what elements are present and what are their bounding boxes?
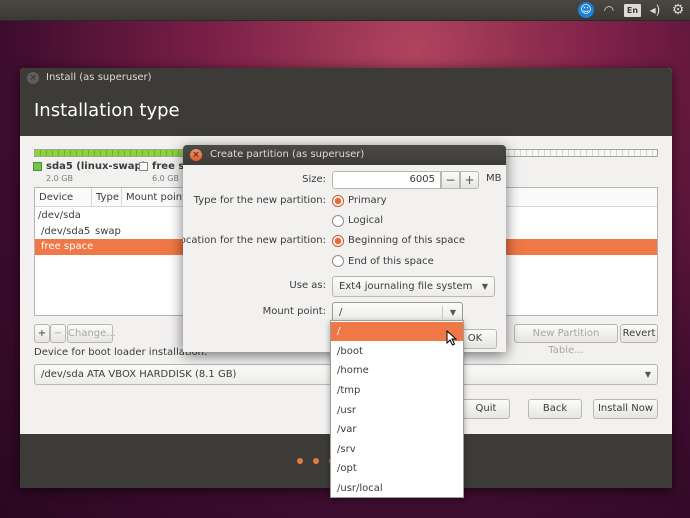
beginning-radio[interactable] [332,235,344,247]
use-as-label: Use as: [289,280,326,291]
change-partition-button[interactable]: Change... [67,324,116,343]
chevron-down-icon: ▼ [481,282,488,291]
progress-dot [313,458,319,464]
dialog-title: Create partition (as superuser) [210,149,365,160]
window-title: Install (as superuser) [46,72,152,83]
back-button[interactable]: Back [528,399,582,419]
column-header-device[interactable]: Device [35,188,92,207]
primary-radio[interactable] [332,195,344,207]
size-unit: MB [486,173,502,184]
dropdown-option[interactable]: /var [331,420,463,439]
beginning-radio-label[interactable]: Beginning of this space [348,234,465,248]
end-radio-label[interactable]: End of this space [348,255,434,269]
size-input[interactable]: 6005 [332,171,441,189]
new-partition-table-button[interactable]: New Partition Table... [514,324,618,356]
dropdown-option[interactable]: /srv [331,440,463,459]
header-band: Installation type [20,88,672,136]
location-label: Location for the new partition: [183,235,326,246]
accessibility-icon[interactable]: ☺ [578,2,594,18]
page-title: Installation type [34,100,180,121]
column-header-type[interactable]: Type [92,188,122,207]
remove-partition-button[interactable]: − [50,324,66,343]
legend-swap-size: 2.0 GB [46,174,73,183]
chevron-down-icon: ▼ [644,370,651,379]
mount-point-label: Mount point: [262,306,326,317]
dropdown-option-root[interactable]: / [331,322,463,341]
revert-button[interactable]: Revert [620,324,658,343]
network-icon[interactable]: ◠ [601,3,617,18]
install-now-button[interactable]: Install Now [593,399,658,419]
quit-button[interactable]: Quit [462,399,510,419]
add-partition-button[interactable]: + [34,324,50,343]
legend-swap-swatch [33,162,42,171]
close-icon[interactable]: × [190,149,202,161]
top-panel: ☺ ◠ En ◂) ⚙ [0,0,690,21]
mouse-cursor-icon [446,330,458,346]
progress-dot [297,458,303,464]
size-label: Size: [302,174,326,185]
close-icon[interactable]: × [27,72,39,84]
use-as-value: Ext4 journaling file system [339,281,473,292]
partition-type-label: Type for the new partition: [193,195,326,206]
mount-point-value: / [339,307,343,318]
dialog-titlebar: × Create partition (as superuser) [183,145,506,165]
combo-separator [442,306,443,319]
dropdown-option[interactable]: /boot [331,342,463,361]
installer-titlebar: × Install (as superuser) [20,68,672,88]
size-increment-button[interactable]: + [460,171,479,189]
use-as-select[interactable]: Ext4 journaling file system ▼ [332,276,495,297]
size-decrement-button[interactable]: − [441,171,460,189]
legend-free-swatch [139,162,148,171]
legend-swap-label: sda5 (linux-swap) [46,161,147,172]
device-cell: /dev/sda5 [41,226,91,237]
dropdown-option[interactable]: /usr [331,401,463,420]
volume-icon[interactable]: ◂) [647,3,663,18]
keyboard-layout-indicator[interactable]: En [624,4,641,17]
swap-segment [35,150,185,156]
logical-radio-label[interactable]: Logical [348,214,383,228]
legend-free-size: 6.0 GB [152,174,179,183]
type-cell: swap [95,226,121,237]
mount-point-dropdown[interactable]: / /boot /home /tmp /usr /var /srv /opt /… [330,320,464,498]
dropdown-option[interactable]: /usr/local [331,479,463,498]
dropdown-option[interactable]: /tmp [331,381,463,400]
boot-loader-label: Device for boot loader installation: [34,347,208,358]
boot-loader-value: /dev/sda ATA VBOX HARDDISK (8.1 GB) [41,369,237,380]
logical-radio[interactable] [332,215,344,227]
device-cell: free space [41,241,94,252]
device-cell: /dev/sda [38,210,81,221]
gear-icon[interactable]: ⚙ [670,3,686,18]
dropdown-option[interactable]: /home [331,361,463,380]
end-radio[interactable] [332,255,344,267]
primary-radio-label[interactable]: Primary [348,194,387,208]
dropdown-option[interactable]: /opt [331,459,463,478]
